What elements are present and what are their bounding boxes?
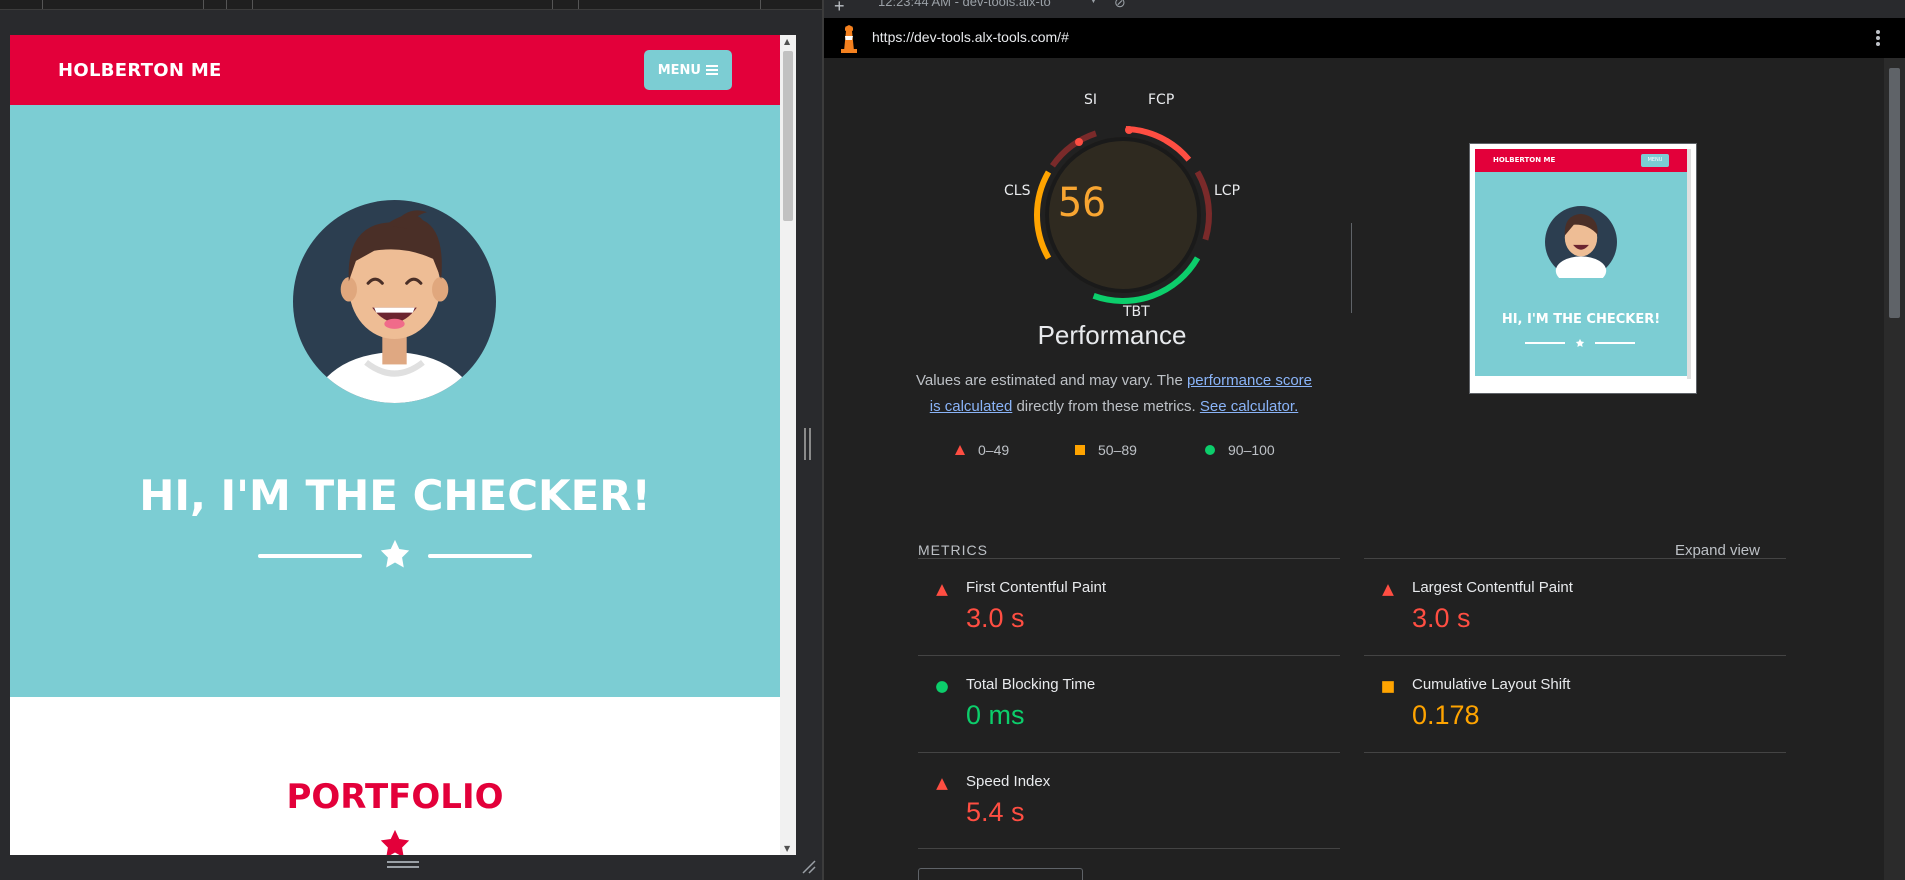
square-icon	[1075, 445, 1085, 455]
metric-si: Speed Index 5.4 s	[918, 752, 1340, 849]
portfolio-section: PORTFOLIO	[10, 697, 780, 855]
split-grip-icon[interactable]	[804, 428, 814, 460]
corner-resize-icon[interactable]	[800, 858, 816, 874]
thumbnail-hero: HI, I'M THE CHECKER!	[1475, 172, 1687, 376]
legend-average-label: 50–89	[1098, 442, 1137, 458]
thumbnail-navbar: HOLBERTON ME MENU	[1475, 149, 1687, 172]
portfolio-title: PORTFOLIO	[286, 777, 504, 817]
triangle-icon	[1382, 584, 1394, 596]
thumbnail-title: HI, I'M THE CHECKER!	[1501, 312, 1661, 327]
desc-middle: directly from these metrics.	[1012, 398, 1200, 415]
triangle-icon	[936, 778, 948, 790]
legend-average: 50–89	[1074, 442, 1137, 458]
hero-section: HI, I'M THE CHECKER!	[10, 105, 780, 697]
metrics-title: METRICS	[918, 542, 988, 558]
triangle-icon	[955, 445, 965, 455]
lighthouse-logo-icon	[841, 25, 857, 53]
divider	[1364, 752, 1786, 753]
site-navbar: HOLBERTON ME MENU	[10, 35, 780, 105]
divider	[918, 848, 1340, 849]
height-resize-handle[interactable]	[383, 858, 423, 872]
device-ruler	[0, 0, 822, 10]
report-toolbar: + 12:23:44 AM - dev-tools.alx-to ▼ ⊘	[824, 0, 1905, 18]
metric-name: Largest Contentful Paint	[1412, 579, 1573, 596]
thumbnail-avatar	[1545, 206, 1617, 278]
view-treemap-button[interactable]	[918, 868, 1083, 880]
final-screenshot[interactable]: HOLBERTON ME MENU HI, I'M THE CHECKER!	[1469, 143, 1697, 394]
metric-name: First Contentful Paint	[966, 579, 1107, 596]
menu-label: MENU	[657, 62, 701, 78]
hero-title: HI, I'M THE CHECKER!	[139, 471, 651, 520]
scroll-down-icon[interactable]: ▼	[784, 844, 790, 853]
thumbnail-scrollbar	[1687, 149, 1691, 379]
scroll-up-icon[interactable]: ▲	[784, 37, 790, 46]
metric-lcp: Largest Contentful Paint 3.0 s	[1364, 558, 1786, 655]
viewport-scroll-thumb[interactable]	[783, 51, 793, 221]
gauge-label-cls: CLS	[1004, 183, 1031, 199]
metric-value: 3.0 s	[1412, 603, 1471, 633]
gauge-label-si: SI	[1084, 92, 1098, 108]
screen: HOLBERTON ME MENU HI, I'M THE CHECKER! P…	[0, 0, 1905, 880]
legend-fail: 0–49	[954, 442, 1009, 458]
circle-icon	[1205, 445, 1215, 455]
viewport-scrollbar[interactable]: ▲ ▼	[780, 35, 796, 855]
report-url-bar: https://dev-tools.alx-tools.com/#	[824, 18, 1905, 58]
star-icon	[380, 829, 410, 855]
metric-name: Speed Index	[966, 773, 1051, 790]
report-scrollbar[interactable]	[1884, 58, 1905, 880]
new-report-icon[interactable]: +	[834, 0, 845, 17]
hamburger-icon	[706, 65, 718, 75]
metric-cls: Cumulative Layout Shift 0.178	[1364, 655, 1786, 752]
thumbnail-menu: MENU	[1641, 154, 1669, 167]
see-calculator-link[interactable]: See calculator.	[1200, 398, 1298, 415]
star-icon	[380, 539, 410, 568]
gauge-label-tbt: TBT	[1123, 304, 1150, 320]
report-url: https://dev-tools.alx-tools.com/#	[872, 29, 1069, 45]
performance-score: 56	[1058, 180, 1107, 226]
metric-tbt: Total Blocking Time 0 ms	[918, 655, 1340, 752]
report-scroll-thumb[interactable]	[1889, 68, 1900, 318]
metric-value: 5.4 s	[966, 797, 1025, 827]
score-legend: 0–49 50–89 90–100	[954, 442, 1334, 462]
chevron-down-icon[interactable]: ▼	[1088, 0, 1099, 6]
report-timestamp[interactable]: 12:23:44 AM - dev-tools.alx-to	[878, 0, 1051, 9]
clear-icon[interactable]: ⊘	[1114, 0, 1126, 11]
circle-icon	[936, 681, 948, 693]
star-icon	[1575, 338, 1585, 347]
device-viewport[interactable]: HOLBERTON ME MENU HI, I'M THE CHECKER! P…	[10, 35, 780, 855]
more-options-icon[interactable]	[1875, 28, 1881, 48]
metric-name: Total Blocking Time	[966, 676, 1096, 693]
performance-title: Performance	[1037, 320, 1187, 350]
divider	[1351, 223, 1352, 313]
metric-fcp: First Contentful Paint 3.0 s	[918, 558, 1340, 655]
triangle-icon	[936, 584, 948, 596]
gauge-label-lcp: LCP	[1214, 183, 1241, 199]
thumbnail-divider	[1525, 338, 1637, 348]
gauge-label-fcp: FCP	[1148, 92, 1175, 108]
star-divider	[258, 537, 532, 573]
square-icon	[1382, 681, 1394, 693]
legend-fail-label: 0–49	[978, 442, 1010, 458]
expand-view-button[interactable]: Expand view	[1675, 542, 1760, 559]
metric-value: 0 ms	[966, 700, 1025, 730]
metric-name: Cumulative Layout Shift	[1412, 676, 1571, 693]
lighthouse-report: SI FCP LCP CLS TBT Performance Values ar…	[824, 58, 1884, 880]
menu-button[interactable]: MENU	[643, 50, 732, 90]
performance-description: Values are estimated and may vary. The p…	[914, 368, 1314, 420]
site-brand[interactable]: HOLBERTON ME	[58, 60, 222, 81]
legend-pass-label: 90–100	[1228, 442, 1275, 458]
desc-prefix: Values are estimated and may vary. The	[915, 372, 1187, 389]
thumbnail-brand: HOLBERTON ME	[1493, 156, 1556, 164]
avatar-illustration	[293, 200, 496, 403]
legend-pass: 90–100	[1204, 442, 1275, 458]
metric-value: 0.178	[1412, 700, 1480, 730]
metric-value: 3.0 s	[966, 603, 1025, 633]
